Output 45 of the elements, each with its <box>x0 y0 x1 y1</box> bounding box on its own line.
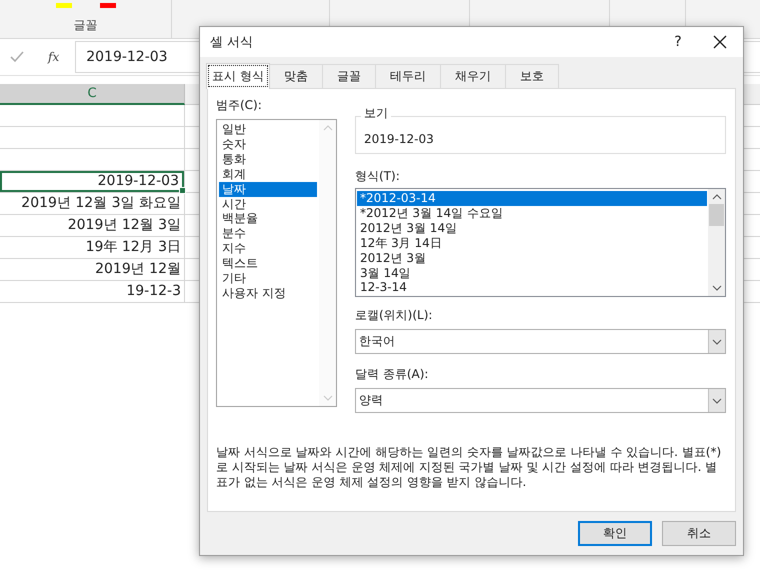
list-item[interactable]: *2012-03-14 <box>357 191 707 206</box>
list-item[interactable]: 텍스트 <box>219 256 317 272</box>
list-item[interactable]: 일반 <box>219 122 317 137</box>
list-item[interactable]: *2012년 3월 14일 수요일 <box>357 206 707 221</box>
format-list[interactable]: *2012-03-14 *2012년 3월 14일 수요일 2012년 3월 14일 12年 3月 14日 2012년 3월 3월 14일 12-3-14 <box>355 188 726 297</box>
table-cell-text: 2019년 12월 <box>94 260 182 279</box>
list-item[interactable]: 날짜 <box>219 182 317 197</box>
list-item[interactable]: 기타 <box>219 271 317 286</box>
format-label: 형식(T): <box>355 168 401 185</box>
calendar-dropdown[interactable]: 양력 <box>355 388 726 413</box>
list-item[interactable]: 지수 <box>219 241 317 256</box>
list-item[interactable]: 12年 3月 14日 <box>357 236 707 251</box>
list-item[interactable]: 2012년 3월 <box>357 250 707 266</box>
table-cell: 2019-12-03 <box>0 171 184 192</box>
help-button[interactable]: ? <box>655 34 701 50</box>
table-cell-text: 2019년 12월 3일 화요일 <box>20 194 182 213</box>
sample-label: 보기 <box>361 105 391 122</box>
sample-value: 2019-12-03 <box>364 131 434 146</box>
tab[interactable]: 보호 <box>504 64 559 88</box>
locale-dropdown[interactable]: 한국어 <box>355 329 726 354</box>
list-item[interactable]: 분수 <box>219 226 317 242</box>
list-item[interactable]: 사용자 지정 <box>219 286 317 301</box>
list-item[interactable]: 3월 14일 <box>357 266 707 280</box>
list-item[interactable]: 회계 <box>219 166 317 182</box>
list-item[interactable]: 숫자 <box>219 136 317 152</box>
table-cell-text: 19-12-3 <box>125 282 182 301</box>
column-header[interactable]: C <box>0 84 185 105</box>
list-item[interactable]: 2012년 3월 14일 <box>357 220 707 236</box>
ribbon-group-label: 글꼴 <box>74 17 98 34</box>
cancel-button[interactable]: 취소 <box>662 521 736 546</box>
list-item[interactable]: 12-3-14 <box>357 280 707 296</box>
description-text: 날짜 서식으로 날짜와 시간에 해당하는 일련의 숫자를 날짜값으로 나타낼 수 있습니다. 별표(*)로 시작되는 날짜 서식은 운영 체제에 지정된 국가별 날짜 및 시간 설정에 따라 변경됩니다. 별표가 없는 서식은 운영 체제 설정의 영향을 받지 않습니다. <box>216 445 722 491</box>
table-cell-text: 19年 12月 3日 <box>84 238 182 257</box>
list-item[interactable]: 통화 <box>219 152 317 167</box>
calendar-label: 달력 종류(A): <box>355 366 430 383</box>
category-list[interactable]: 일반 숫자 통화 회계 날짜 시간 백분율 분수 지수 텍스트 기타 사용자 지정 <box>216 119 337 407</box>
category-label: 범주(C): <box>216 97 263 114</box>
function-button[interactable]: fx <box>48 50 60 64</box>
window-title: 셀 서식 <box>210 34 254 51</box>
list-item[interactable]: 백분율 <box>219 211 317 226</box>
tab[interactable]: 표시 형식 <box>206 63 270 89</box>
list-item[interactable]: 시간 <box>219 196 317 212</box>
ok-button[interactable]: 확인 <box>578 521 652 546</box>
table-cell-text: 2019년 12월 3일 <box>66 216 182 235</box>
locale-label: 로캘(위치)(L): <box>355 307 434 324</box>
